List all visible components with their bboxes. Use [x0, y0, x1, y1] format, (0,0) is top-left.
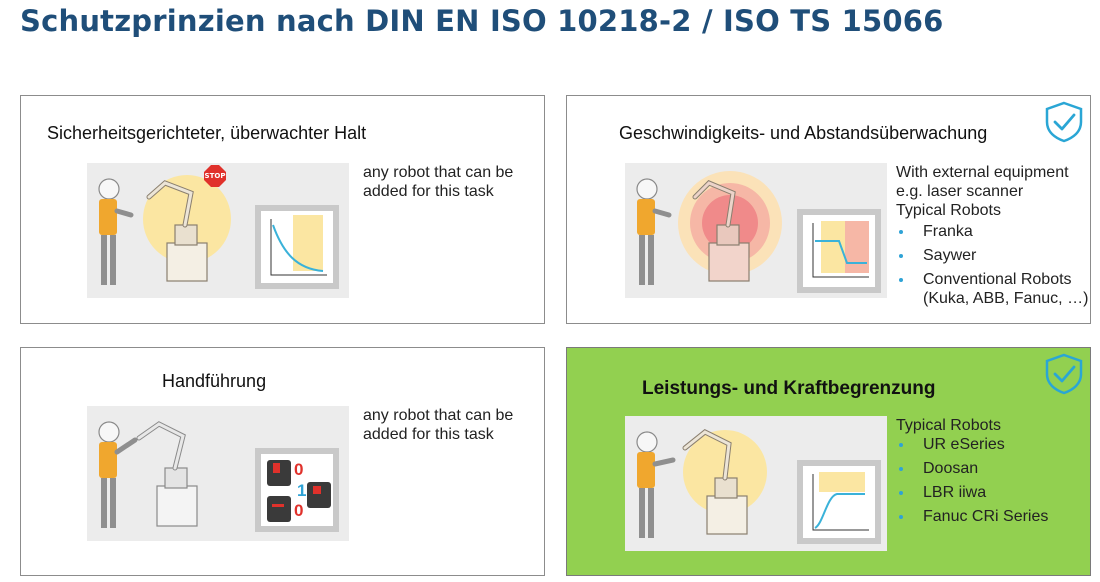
list-item-label: Doosan [923, 460, 979, 477]
robot-list: Typical Robots UR eSeries Doosan LBR iiw… [896, 416, 1048, 529]
list-item: UR eSeries [896, 433, 1048, 457]
list-item-label: Franka [923, 223, 973, 240]
card-title: Geschwindigkeits- und Abstandsüberwachun… [619, 123, 988, 143]
illustration-power-force-limiting [625, 416, 887, 551]
card-power-force-limiting: Leistungs- und Kraftbegrenzung Typical R… [566, 347, 1091, 576]
list-item: Franka [896, 220, 1088, 244]
robot-list: With external equipment e.g. laser scann… [896, 163, 1088, 308]
card-title: Handführung [162, 371, 267, 391]
illustration-hand-guiding [87, 406, 349, 541]
list-item-label: LBR iiwa [923, 484, 987, 501]
switch-label-1: 1 [297, 481, 307, 500]
switch-label-2: 0 [294, 501, 304, 520]
list-item-label: Conventional Robots [923, 271, 1072, 288]
shield-check-icon [1043, 100, 1085, 149]
list-item: Conventional Robots (Kuka, ABB, Fanuc, …… [896, 268, 1088, 308]
card-note-line: any robot that can be [363, 164, 514, 181]
list-item: LBR iiwa [896, 481, 1048, 505]
card-speed-separation: Geschwindigkeits- und Abstandsüberwachun… [566, 95, 1091, 324]
list-item-label: Saywer [923, 247, 977, 264]
card-note-line: added for this task [363, 426, 494, 443]
list-item-label: UR eSeries [923, 436, 1005, 453]
switch-label-0: 0 [294, 460, 304, 479]
page-title: Schutzprinzien nach DIN EN ISO 10218-2 /… [20, 4, 944, 38]
illustration-speed-separation [625, 163, 887, 298]
shield-check-icon [1043, 352, 1085, 401]
card-hand-guiding: Handführung 0 1 0 any robot that can be … [20, 347, 545, 576]
list-item: Fanuc CRi Series [896, 505, 1048, 529]
card-note: any robot that can be added for this tas… [363, 406, 513, 444]
intro-line: e.g. laser scanner [896, 183, 1024, 200]
list-item-label: Fanuc CRi Series [923, 508, 1049, 525]
intro-line: With external equipment [896, 164, 1069, 181]
list-item-sub: (Kuka, ABB, Fanuc, …) [923, 290, 1089, 307]
stop-sign-label: STOP [204, 172, 226, 180]
card-monitored-stop: Sicherheitsgerichteter, überwachter Halt [20, 95, 545, 324]
card-title: Leistungs- und Kraftbegrenzung [642, 378, 936, 399]
list-item: Saywer [896, 244, 1088, 268]
card-title: Sicherheitsgerichteter, überwachter Halt [47, 123, 367, 143]
list-heading: Typical Robots [896, 202, 1001, 219]
list-item: Doosan [896, 457, 1048, 481]
card-note-line: any robot that can be [363, 407, 514, 424]
card-note-line: added for this task [363, 183, 494, 200]
card-note: any robot that can be added for this tas… [363, 163, 513, 201]
